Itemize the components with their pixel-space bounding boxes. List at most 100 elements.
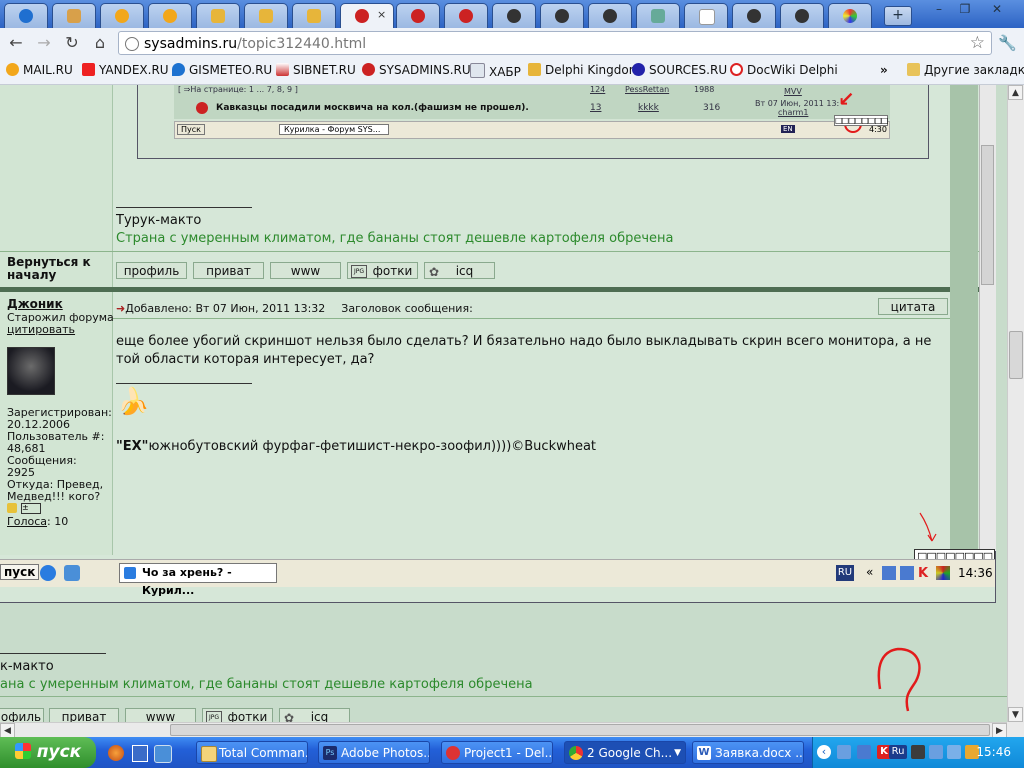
private-message-button[interactable]: приват [193, 262, 264, 279]
photos-button[interactable]: JPG фотки [202, 708, 273, 722]
bookmark-yandex[interactable]: YANDEX.RU [82, 63, 169, 80]
other-bookmarks-folder[interactable]: Другие закладки [907, 63, 1024, 80]
new-tab-button[interactable]: + [884, 6, 912, 26]
private-message-button[interactable]: приват [49, 708, 119, 722]
tab[interactable] [492, 3, 536, 28]
bookmarks-overflow-button[interactable]: » [880, 63, 888, 80]
nested-screenshot: [ ⇒На странице: 1 ... 7, 8, 9 ] 124 Pess… [137, 85, 929, 159]
dropdown-arrow-icon: ▼ [674, 748, 681, 758]
bookmark-mailru[interactable]: MAIL.RU [6, 63, 73, 80]
taskbar-word-document[interactable]: W Заявка.docx ... [692, 741, 804, 764]
avatar-icon [507, 9, 521, 23]
bookmark-sources[interactable]: SOURCES.RU [632, 63, 727, 80]
plus-minus-icon[interactable]: ± [21, 503, 41, 514]
tiny-taskbar: Пуск Курилка - Форум SYS... EN 4:30 [174, 121, 890, 139]
tab[interactable] [396, 3, 440, 28]
bookmark-gismeteo[interactable]: GISMETEO.RU [172, 63, 272, 80]
taskbar-delphi-project[interactable]: Project1 - Del... [441, 741, 553, 764]
tab[interactable] [148, 3, 192, 28]
scroll-down-arrow-icon[interactable]: ▼ [1008, 707, 1023, 722]
vertical-scrollbar[interactable]: ▲ ▼ [1007, 85, 1024, 722]
close-window-button[interactable]: ✕ [986, 2, 1008, 18]
docwiki-icon [730, 63, 743, 76]
www-button[interactable]: www [270, 262, 341, 279]
taskbar-total-commander[interactable]: Total Comman... [196, 741, 308, 764]
back-to-top-link[interactable]: Вернуться к началу [7, 256, 107, 282]
bookmark-sysadmins[interactable]: SYSADMINS.RU [362, 63, 471, 80]
photos-button[interactable]: JPG фотки [347, 262, 418, 279]
scroll-right-arrow-icon[interactable]: ▶ [992, 723, 1007, 738]
habr-icon [470, 63, 485, 78]
bookmark-delphi-kingdom[interactable]: Delphi Kingdom [528, 63, 640, 80]
scroll-up-arrow-icon[interactable]: ▲ [1008, 85, 1023, 100]
language-indicator[interactable]: Ru [889, 745, 907, 759]
shield-icon [211, 9, 225, 23]
shield-icon [528, 63, 541, 76]
tab[interactable] [4, 3, 48, 28]
post-author-link[interactable]: Джоник [7, 297, 63, 311]
horizontal-scrollbar[interactable]: ◀ ▶ [0, 722, 1007, 738]
address-bar[interactable]: sysadmins.ru/topic312440.html ☆ [118, 31, 992, 55]
word-icon: W [697, 746, 711, 760]
minimize-button[interactable]: – [928, 2, 950, 18]
tab[interactable] [444, 3, 488, 28]
sysadmins-icon [411, 9, 425, 23]
quote-link[interactable]: цитировать [7, 323, 75, 336]
tab[interactable] [540, 3, 584, 28]
wrench-icon[interactable]: 🔧 [998, 34, 1017, 52]
tab[interactable] [828, 3, 872, 28]
forward-arrow-icon[interactable]: → [34, 33, 54, 53]
back-arrow-icon[interactable]: ← [6, 33, 26, 53]
sysadmins-icon [362, 63, 375, 76]
tab[interactable] [292, 3, 336, 28]
close-tab-icon[interactable]: × [377, 8, 386, 21]
tab[interactable] [196, 3, 240, 28]
taskbar-google-chrome[interactable]: 2 Google Ch... ▼ [564, 741, 686, 764]
url-path: /topic312440.html [237, 36, 367, 52]
network-icon[interactable] [857, 745, 871, 759]
save-disk-icon[interactable] [132, 745, 148, 762]
home-icon[interactable]: ⌂ [90, 33, 110, 53]
show-desktop-icon[interactable] [154, 745, 172, 763]
bookmark-star-icon[interactable]: ☆ [970, 33, 985, 53]
scrollbar-thumb[interactable] [1009, 331, 1023, 379]
taskbar-photoshop[interactable]: Ps Adobe Photos... [318, 741, 430, 764]
icq-button[interactable]: ✿ icq [424, 262, 495, 279]
tab[interactable] [244, 3, 288, 28]
quote-button[interactable]: цитата [878, 298, 948, 315]
reload-icon[interactable]: ↻ [62, 33, 82, 53]
bookmark-sibnet[interactable]: SIBNET.RU [276, 63, 356, 80]
profile-button[interactable]: офиль [0, 708, 44, 722]
maximize-button[interactable]: ❐ [954, 2, 976, 18]
tab[interactable] [684, 3, 728, 28]
start-button[interactable]: пуск [0, 737, 96, 768]
network-icon[interactable] [929, 745, 943, 759]
page-content: [ ⇒На странице: 1 ... 7, 8, 9 ] 124 Pess… [0, 85, 1007, 722]
scrollbar-thumb[interactable] [170, 724, 990, 736]
display-icon[interactable] [911, 745, 925, 759]
network-icon [882, 566, 896, 580]
ie-icon [40, 565, 56, 581]
lang-indicator: RU [836, 565, 854, 581]
firefox-icon[interactable] [108, 745, 124, 761]
blank-page-icon [699, 9, 715, 25]
bookmarks-bar: MAIL.RU YANDEX.RU GISMETEO.RU SIBNET.RU … [0, 59, 1024, 85]
www-button[interactable]: www [125, 708, 196, 722]
tab[interactable] [100, 3, 144, 28]
tab[interactable] [52, 3, 96, 28]
bookmark-habr[interactable]: ХАБР [470, 63, 521, 80]
tab[interactable] [636, 3, 680, 28]
tab-active[interactable]: × [340, 3, 394, 29]
avatar-icon [555, 9, 569, 23]
bookmark-docwiki[interactable]: DocWiki Delphi [730, 63, 838, 80]
profile-button[interactable]: профиль [116, 262, 187, 279]
network-icon[interactable] [947, 745, 961, 759]
scroll-left-arrow-icon[interactable]: ◀ [0, 723, 15, 738]
post-signature: "EX"южнобутовский фурфаг-фетишист-некро-… [116, 439, 597, 454]
tab[interactable] [588, 3, 632, 28]
icq-button[interactable]: ✿ icq [279, 708, 350, 722]
tray-expand-icon[interactable]: ‹ [817, 745, 831, 759]
network-icon[interactable] [837, 745, 851, 759]
tab[interactable] [780, 3, 824, 28]
tab[interactable] [732, 3, 776, 28]
